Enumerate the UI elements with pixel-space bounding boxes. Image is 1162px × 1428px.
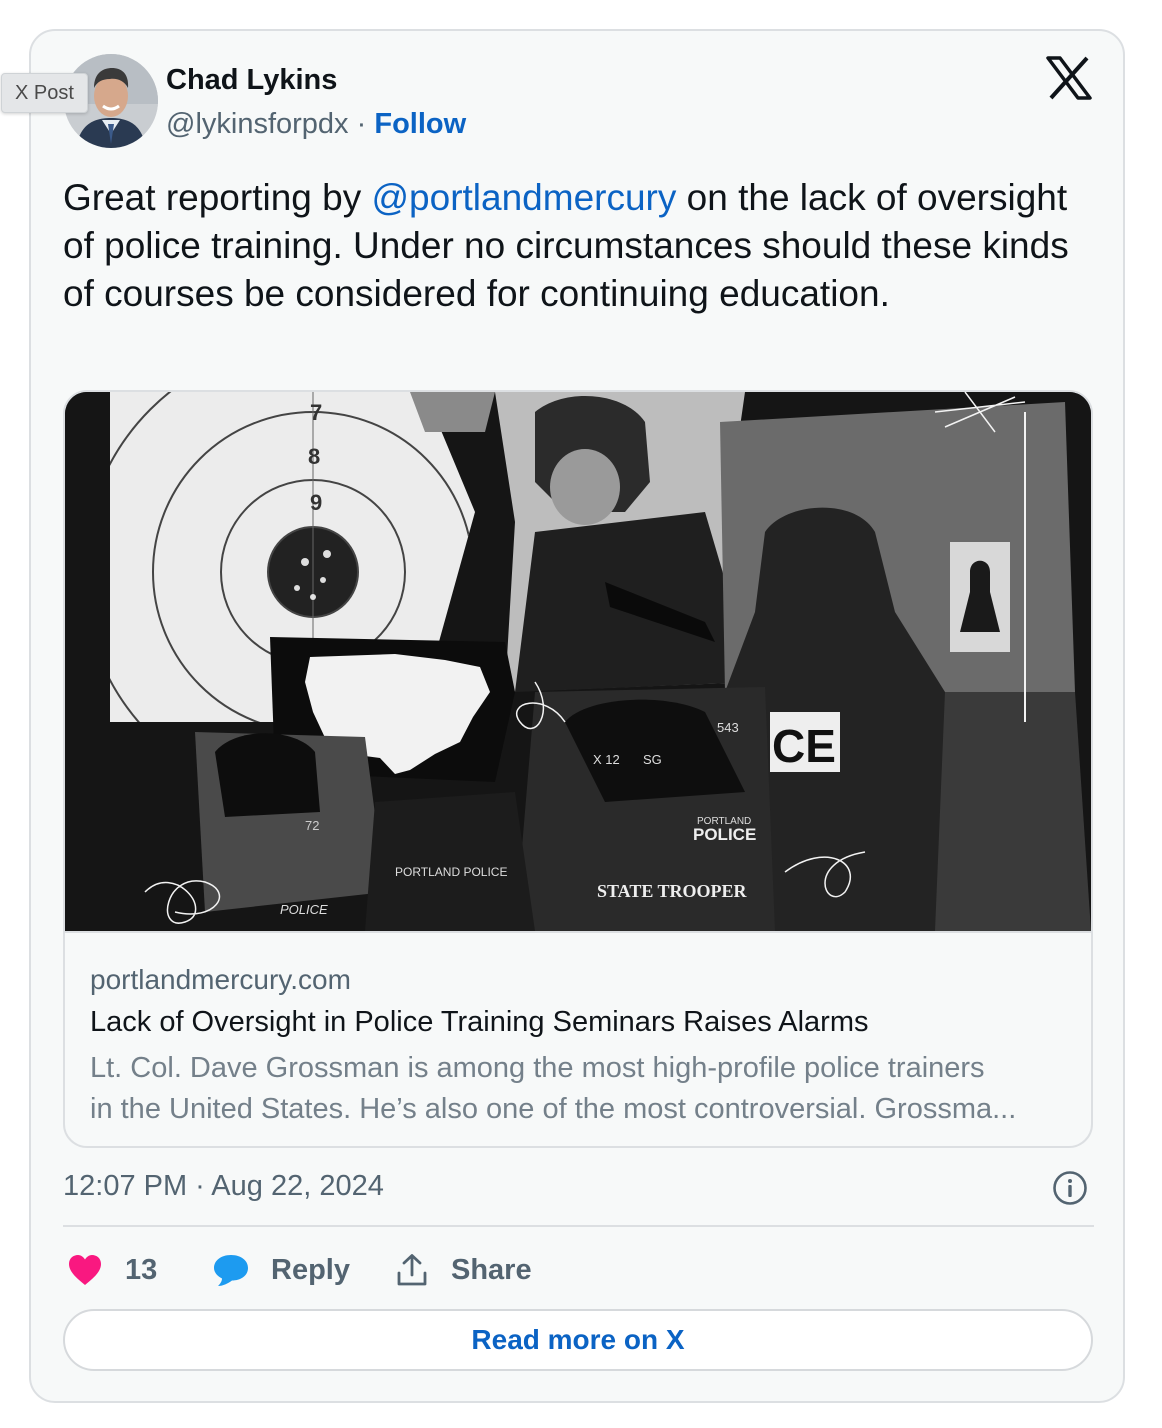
vest-label: STATE TROOPER — [597, 881, 748, 901]
author-name[interactable]: Chad Lykins — [166, 64, 337, 97]
target-number: 7 — [310, 400, 322, 425]
vest-label: POLICE — [693, 825, 756, 844]
helmet-label: SG — [643, 752, 662, 767]
reply-button[interactable]: Reply — [211, 1248, 350, 1292]
x-post-badge: X Post — [1, 73, 88, 113]
read-more-button[interactable]: Read more on X — [63, 1309, 1093, 1371]
target-number: 9 — [310, 490, 322, 515]
link-card-divider — [65, 931, 1091, 933]
author-handle[interactable]: @lykinsforpdx — [166, 108, 349, 140]
target-number: 8 — [308, 444, 320, 469]
info-icon[interactable] — [1052, 1170, 1088, 1206]
article-image[interactable]: 7 8 9 CE X 12 SG 543 PORTLAND POLICE STA… — [65, 392, 1091, 931]
share-icon — [397, 1254, 427, 1286]
tweet-text: Great reporting by @portlandmercury on t… — [63, 174, 1103, 318]
heart-icon — [69, 1255, 101, 1285]
link-description: Lt. Col. Dave Grossman is among the most… — [90, 1048, 1070, 1130]
author-line: @lykinsforpdx · Follow — [166, 108, 466, 141]
action-bar: 13 Reply Share — [63, 1248, 963, 1292]
jacket-letters: CE — [772, 720, 836, 772]
helmet-label: 543 — [717, 720, 739, 735]
separator-dot: · — [356, 108, 367, 140]
helmet-label: 72 — [305, 818, 319, 833]
share-button[interactable]: Share — [395, 1248, 532, 1292]
share-label: Share — [451, 1253, 532, 1286]
follow-link[interactable]: Follow — [374, 108, 466, 140]
reply-label: Reply — [271, 1253, 350, 1286]
divider — [63, 1225, 1094, 1227]
link-title: Lack of Oversight in Police Training Sem… — [90, 1006, 869, 1038]
x-logo-icon[interactable] — [1046, 56, 1092, 100]
tweet-text-start: Great reporting by — [63, 177, 372, 218]
link-description-line: Lt. Col. Dave Grossman is among the most… — [90, 1052, 985, 1084]
mention-link[interactable]: @portlandmercury — [371, 177, 676, 218]
helmet-label: X 12 — [593, 752, 620, 767]
like-count: 13 — [125, 1253, 158, 1286]
link-domain: portlandmercury.com — [90, 964, 351, 995]
link-preview-card[interactable]: 7 8 9 CE X 12 SG 543 PORTLAND POLICE STA… — [63, 390, 1093, 1148]
link-description-line: in the United States. He’s also one of t… — [90, 1093, 1017, 1125]
reply-bubble-icon — [214, 1255, 248, 1286]
like-button[interactable]: 13 — [67, 1248, 157, 1292]
timestamp[interactable]: 12:07 PM · Aug 22, 2024 — [63, 1170, 384, 1203]
vest-label: POLICE — [280, 902, 328, 917]
vest-label: PORTLAND POLICE — [395, 865, 507, 879]
